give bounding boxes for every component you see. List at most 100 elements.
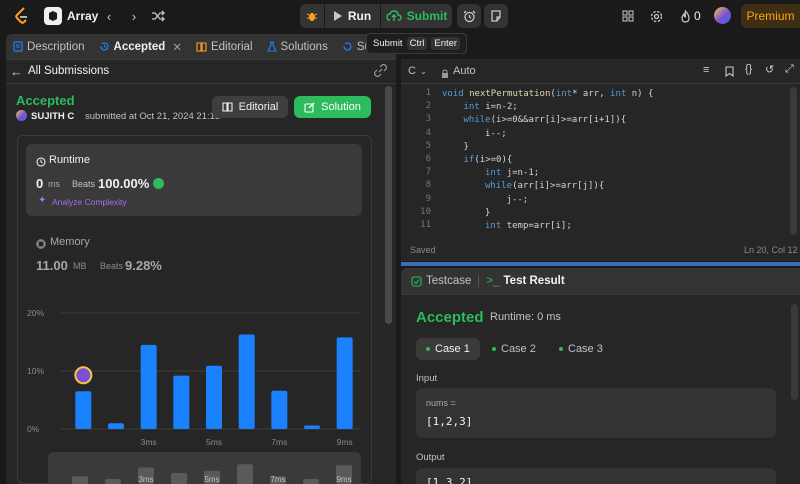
user-avatar: [16, 110, 27, 121]
tab-solutions[interactable]: Solutions: [260, 34, 335, 60]
code-line[interactable]: }: [485, 207, 490, 220]
divider: [401, 83, 800, 84]
prev-problem-icon[interactable]: ‹: [99, 6, 119, 26]
tab-editorial[interactable]: Editorial: [189, 34, 260, 60]
leetcode-logo-icon[interactable]: [12, 6, 32, 26]
divider: [6, 83, 396, 84]
code-line[interactable]: int j=n-1;: [485, 167, 539, 180]
memory-section[interactable]: Memory 11.00 MB Beats 9.28%: [26, 230, 362, 280]
line-number: 10: [420, 206, 431, 217]
input-box[interactable]: nums = [1,2,3]: [416, 388, 776, 438]
distribution-bar[interactable]: [173, 375, 190, 429]
code-line[interactable]: }: [464, 141, 469, 154]
output-box[interactable]: [1,3,2]: [416, 468, 776, 484]
output-value: [1,3,2]: [426, 476, 473, 484]
case-1-tab[interactable]: Case 1: [416, 338, 480, 360]
language-select[interactable]: C ⌄: [408, 65, 427, 77]
tab-test-result[interactable]: >_ Test Result: [479, 268, 571, 294]
case-2-tab[interactable]: Case 2: [482, 338, 546, 360]
ctrl-key: Ctrl: [406, 37, 428, 50]
history-icon: [343, 42, 352, 51]
user-avatar[interactable]: [714, 7, 731, 24]
analyze-complexity-link[interactable]: Analyze Complexity: [52, 197, 127, 207]
editorial-button[interactable]: Editorial: [212, 96, 288, 118]
share-link-icon[interactable]: [373, 63, 388, 80]
left-tab-bar: Description Accepted ✕ Editorial Solutio…: [6, 34, 396, 60]
submitted-time: submitted at Oct 21, 2024 21:13: [85, 111, 221, 122]
back-arrow-icon[interactable]: ←: [10, 64, 23, 79]
x-tick-label: 7ms: [271, 437, 287, 447]
fullscreen-icon[interactable]: ⤢: [785, 63, 794, 76]
settings-gear-icon[interactable]: [646, 6, 666, 26]
debug-button[interactable]: [300, 4, 324, 28]
cursor-position: Ln 20, Col 12: [744, 245, 798, 255]
timer-button[interactable]: [457, 4, 481, 28]
shuffle-icon[interactable]: [148, 6, 168, 26]
result-scrollbar[interactable]: [791, 304, 798, 400]
code-line[interactable]: int i=n-2;: [464, 101, 518, 114]
line-number: 6: [425, 154, 431, 164]
reset-icon[interactable]: ↺: [765, 63, 774, 76]
code-line[interactable]: i--;: [485, 128, 507, 141]
mini-distribution-chart[interactable]: 3ms 5ms 7ms 9ms: [48, 452, 361, 484]
left-scrollbar[interactable]: [385, 86, 392, 324]
mini-bar: [237, 464, 253, 484]
format-icon[interactable]: ≡: [703, 64, 709, 76]
auto-mode-label[interactable]: Auto: [453, 65, 476, 77]
submission-status: Accepted: [16, 93, 75, 108]
leetcoin-icon: [153, 178, 164, 189]
distribution-bar[interactable]: [75, 391, 92, 429]
input-var-name: nums =: [426, 398, 456, 408]
book-icon: [222, 102, 233, 112]
layout-grid-icon[interactable]: [618, 6, 638, 26]
distribution-bar[interactable]: [206, 365, 222, 429]
submit-button[interactable]: Submit: [381, 4, 452, 28]
braces-icon[interactable]: {}: [745, 63, 752, 75]
problem-list-icon[interactable]: [44, 7, 62, 25]
runtime-unit: ms: [48, 179, 60, 189]
all-submissions-link[interactable]: All Submissions: [28, 65, 109, 77]
code-line[interactable]: int temp=arr[i];: [485, 220, 572, 233]
line-number: 11: [420, 220, 431, 230]
edit-icon: [304, 102, 315, 113]
code-line[interactable]: void nextPermutation(int* arr, int n) {: [442, 88, 653, 101]
code-area[interactable]: 1 void nextPermutation(int* arr, int n) {…: [401, 88, 800, 234]
bookmark-icon[interactable]: [725, 64, 734, 82]
runtime-box[interactable]: Runtime 0 ms Beats 100.00% ✦ Analyze Com…: [26, 144, 362, 216]
line-number: 8: [425, 180, 431, 191]
x-tick-label: 3ms: [141, 437, 157, 447]
distribution-bar[interactable]: [108, 423, 124, 429]
next-problem-icon[interactable]: ›: [124, 6, 144, 26]
panel-resize-handle[interactable]: [401, 262, 800, 266]
x-tick-label: 9ms: [337, 437, 353, 447]
run-button[interactable]: Run: [325, 4, 380, 28]
x-tick-label: 5ms: [206, 437, 222, 447]
problem-list-label[interactable]: Array: [67, 9, 98, 23]
distribution-bar[interactable]: [140, 344, 157, 429]
tab-description[interactable]: Description: [6, 34, 92, 60]
close-tab-icon[interactable]: ✕: [172, 40, 182, 54]
chevron-down-icon: ⌄: [419, 66, 427, 76]
premium-button[interactable]: Premium: [741, 4, 800, 28]
code-line[interactable]: while(arr[i]>=arr[j]){: [485, 180, 604, 193]
distribution-bar[interactable]: [271, 390, 288, 429]
memory-beats-value: 9.28%: [125, 258, 162, 273]
notes-button[interactable]: [484, 4, 508, 28]
streak-fire-icon[interactable]: [675, 6, 695, 26]
case-3-tab[interactable]: Case 3: [549, 338, 613, 360]
tab-accepted[interactable]: Accepted ✕: [92, 34, 189, 60]
runtime-distribution-chart[interactable]: 20% 10% 0% 3ms 5ms 7ms 9ms: [26, 299, 366, 449]
pass-dot: [492, 347, 496, 351]
solution-button[interactable]: Solution: [294, 96, 371, 118]
code-line[interactable]: j--;: [507, 194, 529, 207]
tab-testcase[interactable]: Testcase: [401, 268, 478, 294]
memory-beats-label: Beats: [100, 261, 124, 271]
submitter-name[interactable]: SUJITH C: [31, 111, 74, 122]
editor-scrollbar[interactable]: [790, 87, 797, 235]
code-line[interactable]: while(i>=0&&arr[i]>=arr[i+1]){: [464, 114, 627, 127]
code-line[interactable]: if(i>=0){: [464, 154, 513, 167]
distribution-bar[interactable]: [336, 337, 353, 429]
distribution-bar[interactable]: [304, 425, 320, 429]
top-bar: Array ‹ › Run Submit 0 Premium: [0, 0, 800, 32]
distribution-bar[interactable]: [238, 334, 255, 429]
